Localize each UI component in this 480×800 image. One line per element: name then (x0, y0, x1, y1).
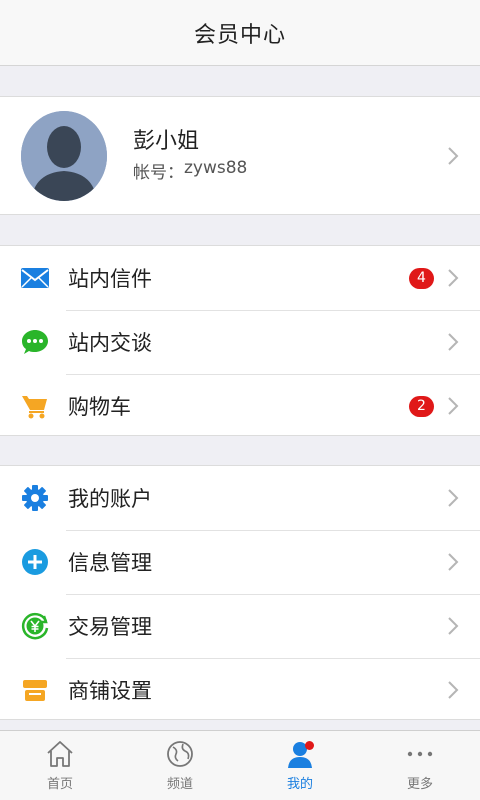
row-label: 站内交谈 (68, 331, 152, 355)
chat-icon (20, 327, 50, 357)
row-account[interactable]: 我的账户 (0, 466, 480, 530)
tab-home[interactable]: 首页 (0, 731, 120, 800)
gear-icon (20, 483, 50, 513)
more-icon (407, 751, 433, 757)
chevron-right-icon (448, 147, 459, 165)
messages-group: 站内信件 4 站内交谈 购物车 2 (0, 245, 480, 436)
management-group: 我的账户 信息管理 交易管理 商铺设置 (0, 465, 480, 720)
chevron-right-icon (448, 553, 459, 571)
chevron-right-icon (448, 333, 459, 351)
row-mail[interactable]: 站内信件 4 (0, 246, 480, 310)
profile-name: 彭小姐 (133, 129, 200, 154)
avatar (21, 110, 107, 201)
tab-label: 更多 (406, 777, 433, 792)
profile-account: 帐号： zyws88 (133, 158, 247, 183)
chevron-right-icon (448, 489, 459, 507)
chevron-right-icon (448, 269, 459, 287)
row-label: 商铺设置 (68, 679, 152, 703)
tab-label: 首页 (46, 777, 73, 792)
plus-circle-icon (20, 547, 50, 577)
tab-channel[interactable]: 频道 (120, 731, 240, 800)
title-bar: 会员中心 (0, 0, 480, 66)
chevron-right-icon (448, 397, 459, 415)
page-title: 会员中心 (193, 22, 286, 48)
mail-icon (20, 263, 50, 293)
notification-dot (305, 741, 314, 750)
cart-count-badge: 2 (409, 395, 434, 417)
unread-badge: 4 (409, 267, 434, 289)
account-value: zyws88 (184, 158, 248, 178)
row-label: 信息管理 (68, 551, 152, 575)
cart-icon (20, 391, 50, 421)
row-shop-settings[interactable]: 商铺设置 (0, 658, 480, 722)
tab-more[interactable]: 更多 (360, 731, 480, 800)
shop-icon (20, 675, 50, 705)
yuan-exchange-icon (20, 611, 50, 641)
row-info-management[interactable]: 信息管理 (0, 530, 480, 594)
tab-label: 我的 (286, 777, 313, 792)
row-label: 站内信件 (68, 267, 152, 291)
bottom-tab-bar: 首页 频道 我的 更多 (0, 730, 480, 800)
row-trade-management[interactable]: 交易管理 (0, 594, 480, 658)
account-label: 帐号： (133, 163, 184, 183)
row-label: 购物车 (68, 395, 131, 419)
chevron-right-icon (448, 617, 459, 635)
profile-info: 彭小姐 帐号： zyws88 (133, 128, 247, 183)
row-label: 我的账户 (68, 487, 152, 511)
globe-icon (167, 741, 193, 767)
chevron-right-icon (448, 681, 459, 699)
home-icon (47, 741, 73, 767)
tab-mine[interactable]: 我的 (240, 731, 360, 800)
profile-card[interactable]: 彭小姐 帐号： zyws88 (0, 96, 480, 215)
row-label: 交易管理 (68, 615, 152, 639)
row-chat[interactable]: 站内交谈 (0, 310, 480, 374)
row-cart[interactable]: 购物车 2 (0, 374, 480, 438)
tab-label: 频道 (166, 777, 193, 792)
